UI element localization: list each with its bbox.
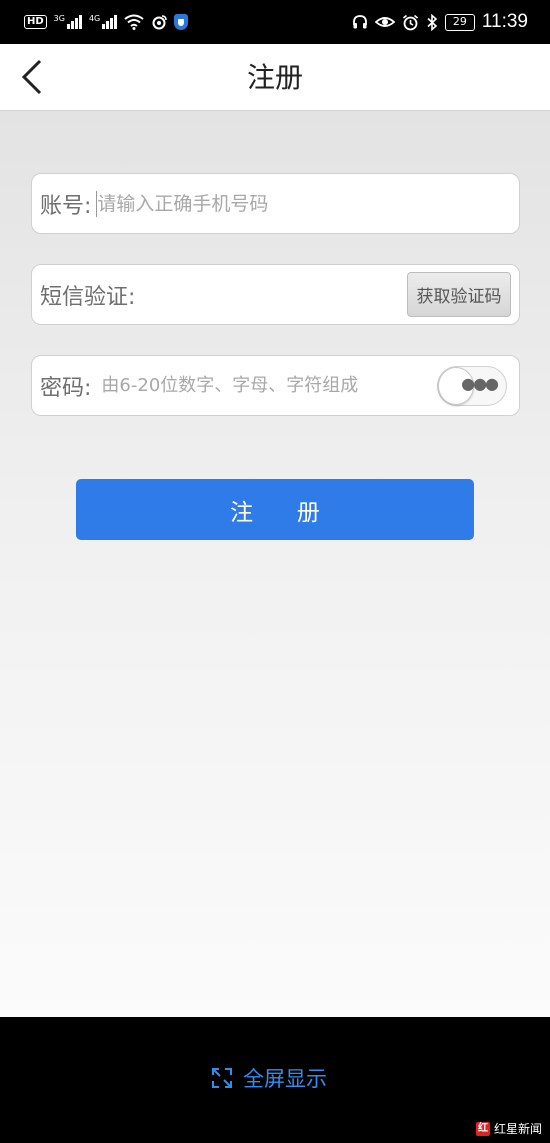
dots-icon: ●●● [461,373,499,393]
wifi-icon [124,14,144,30]
header-bar: 注册 [0,44,550,111]
password-visibility-toggle[interactable]: ●●● [437,365,507,406]
status-bar: HD 3G 4G 29 11:39 [0,0,550,44]
back-button[interactable] [8,52,56,102]
password-field: 密码: ●●● [31,355,520,416]
battery-icon: 29 [444,13,475,31]
network-3g-label: 3G [53,14,65,23]
hd-icon: HD [24,15,47,29]
status-time: 11:39 [481,11,528,32]
fullscreen-label: 全屏显示 [243,1067,327,1091]
register-form: 账号: 短信验证: 获取验证码 密码: ●●● 注 册 [0,111,550,1017]
watermark-logo-icon: 红 [475,1121,490,1136]
chevron-left-icon [21,59,42,95]
sms-code-label: 短信验证: [40,284,136,310]
security-shield-icon [174,14,189,30]
bottom-bar: 全屏显示 红 红星新闻 [0,1017,550,1143]
sms-code-field: 短信验证: 获取验证码 [31,264,520,325]
password-label: 密码: [40,375,92,401]
account-input[interactable] [97,183,519,224]
password-input[interactable] [101,365,437,406]
signal-3g-icon: 3G [54,15,82,29]
sms-code-input[interactable] [141,274,407,315]
fullscreen-button[interactable]: 全屏显示 [211,1063,327,1093]
network-4g-label: 4G [88,14,101,23]
watermark: 红 红星新闻 [475,1120,542,1137]
status-left: HD 3G 4G [24,14,189,30]
eye-comfort-icon [374,17,395,27]
page-title: 注册 [246,61,303,94]
signal-4g-icon: 4G [88,14,118,29]
account-label: 账号: [40,193,92,219]
bluetooth-icon [427,13,438,31]
weibo-icon [152,15,168,30]
watermark-text: 红星新闻 [493,1122,542,1136]
headphones-icon [352,15,367,29]
expand-icon [212,1068,232,1088]
account-field: 账号: [31,173,520,234]
status-right: 29 11:39 [352,11,528,33]
register-button[interactable]: 注 册 [76,479,474,540]
alarm-icon [402,14,418,30]
get-code-button[interactable]: 获取验证码 [407,272,511,317]
